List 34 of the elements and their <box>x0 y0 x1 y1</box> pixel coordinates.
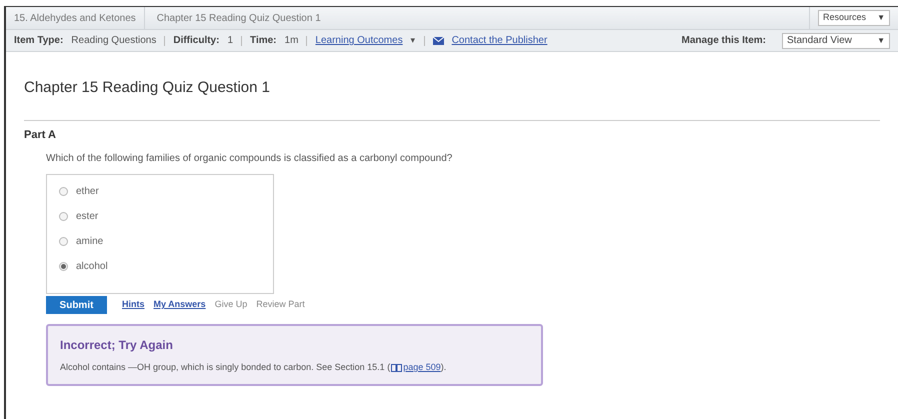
radio-button[interactable] <box>59 262 68 271</box>
view-dropdown[interactable]: Standard View ▼ <box>782 32 890 48</box>
envelope-icon <box>432 36 444 44</box>
radio-button[interactable] <box>59 187 68 196</box>
feedback-text: Alcohol contains —OH group, which is singly bonded to carbon. See Section 15.1 ( <box>60 361 390 374</box>
breadcrumb-link[interactable]: 15. Aldehydes and Ketones <box>6 7 145 29</box>
action-link[interactable]: Hints <box>122 298 144 312</box>
breadcrumb-current: Chapter 15 Reading Quiz Question 1 <box>156 12 322 26</box>
part-heading: Part A <box>24 128 57 142</box>
feedback-heading: Incorrect; Try Again <box>60 337 174 354</box>
radio-button[interactable] <box>59 212 68 221</box>
question-text: Which of the following families of organic compounds is classified as a carbonyl compound? <box>46 152 454 166</box>
resources-dropdown[interactable]: Resources ▼ <box>818 10 890 26</box>
contact-publisher-link[interactable]: Contact the Publisher <box>452 33 548 48</box>
caret-icon: ▾ <box>410 34 416 48</box>
item-info-label: Time: <box>250 34 277 48</box>
option-label: alcohol <box>76 260 108 274</box>
option-label: amine <box>76 235 104 249</box>
item-info-value: 1m <box>284 34 298 48</box>
item-info-label: Item Type: <box>14 34 64 48</box>
option-label: ester <box>76 210 98 224</box>
learning-outcomes-link[interactable]: Learning Outcomes <box>315 33 403 48</box>
page-link[interactable]: page 509 <box>403 361 441 374</box>
question-title: Chapter 15 Reading Quiz Question 1 <box>24 78 271 98</box>
option-label: ether <box>76 185 99 199</box>
item-info-value: 1 <box>227 34 234 48</box>
feedback-text-end: ). <box>440 361 446 374</box>
item-info-label: Difficulty: <box>173 34 220 48</box>
action-link[interactable]: My Answers <box>154 298 206 312</box>
item-info-value: Reading Questions <box>71 34 156 48</box>
manage-item-label: Manage this Item: <box>682 34 766 48</box>
radio-button[interactable] <box>59 237 68 246</box>
submit-button[interactable]: Submit <box>46 296 107 314</box>
book-icon <box>391 364 402 372</box>
